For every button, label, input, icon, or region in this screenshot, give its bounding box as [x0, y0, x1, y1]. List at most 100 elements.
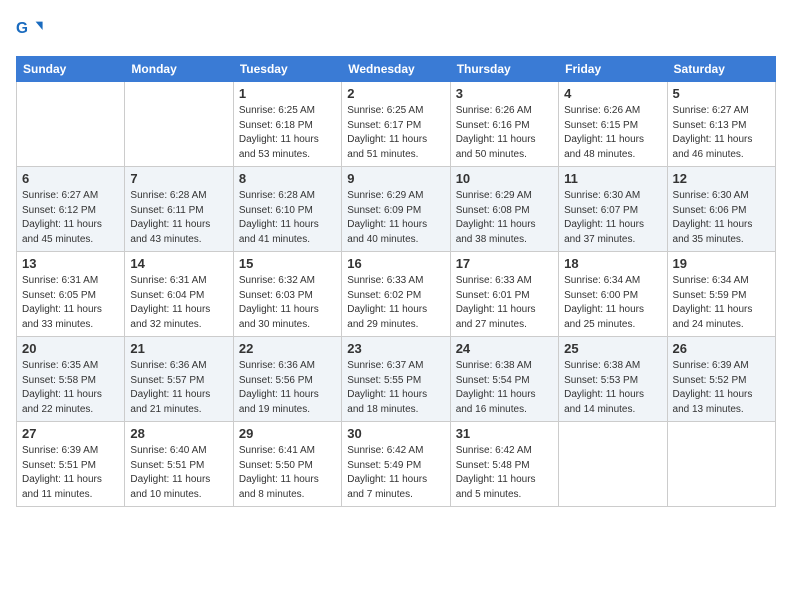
day-number: 27	[22, 426, 119, 441]
day-info: Sunrise: 6:26 AMSunset: 6:16 PMDaylight:…	[456, 104, 553, 162]
day-number: 3	[456, 86, 553, 101]
day-info: Sunrise: 6:29 AMSunset: 6:08 PMDaylight:…	[456, 189, 553, 247]
day-info: Sunrise: 6:40 AMSunset: 5:51 PMDaylight:…	[130, 444, 227, 502]
day-number: 2	[347, 86, 444, 101]
calendar-cell: 2Sunrise: 6:25 AMSunset: 6:17 PMDaylight…	[342, 82, 450, 167]
calendar-week-3: 13Sunrise: 6:31 AMSunset: 6:05 PMDayligh…	[17, 252, 776, 337]
calendar-cell: 10 Sunrise: 6:29 AMSunset: 6:08 PMDayligh…	[450, 167, 558, 252]
day-info: Sunrise: 6:41 AMSunset: 5:50 PMDaylight:…	[239, 444, 336, 502]
calendar-week-5: 27 Sunrise: 6:39 AMSunset: 5:51 PMDayligh…	[17, 422, 776, 507]
weekday-row: SundayMondayTuesdayWednesdayThursdayFrid…	[17, 57, 776, 82]
calendar-cell	[17, 82, 125, 167]
day-info: Sunrise: 6:28 AMSunset: 6:11 PMDaylight:…	[130, 189, 227, 247]
calendar-cell: 11Sunrise: 6:30 AMSunset: 6:07 PMDayligh…	[559, 167, 667, 252]
calendar-cell: 19 Sunrise: 6:34 AMSunset: 5:59 PMDayligh…	[667, 252, 775, 337]
calendar-cell: 3 Sunrise: 6:26 AMSunset: 6:16 PMDaylight…	[450, 82, 558, 167]
day-info: Sunrise: 6:37 AMSunset: 5:55 PMDaylight:…	[347, 359, 444, 417]
day-info: Sunrise: 6:36 AMSunset: 5:57 PMDaylight:…	[130, 359, 227, 417]
day-number: 1	[239, 86, 336, 101]
day-number: 12	[673, 171, 770, 186]
day-number: 26	[673, 341, 770, 356]
day-number: 18	[564, 256, 661, 271]
day-info: Sunrise: 6:27 AMSunset: 6:12 PMDaylight:…	[22, 189, 119, 247]
day-info: Sunrise: 6:29 AMSunset: 6:09 PMDaylight:…	[347, 189, 444, 247]
weekday-header-friday: Friday	[559, 57, 667, 82]
day-number: 28	[130, 426, 227, 441]
calendar-cell: 30 Sunrise: 6:42 AMSunset: 5:49 PMDayligh…	[342, 422, 450, 507]
day-info: Sunrise: 6:28 AMSunset: 6:10 PMDaylight:…	[239, 189, 336, 247]
day-info: Sunrise: 6:32 AMSunset: 6:03 PMDaylight:…	[239, 274, 336, 332]
calendar-cell: 12 Sunrise: 6:30 AMSunset: 6:06 PMDayligh…	[667, 167, 775, 252]
day-info: Sunrise: 6:30 AMSunset: 6:06 PMDaylight:…	[673, 189, 770, 247]
calendar-cell: 20 Sunrise: 6:35 AMSunset: 5:58 PMDayligh…	[17, 337, 125, 422]
calendar-cell	[125, 82, 233, 167]
day-info: Sunrise: 6:39 AMSunset: 5:51 PMDaylight:…	[22, 444, 119, 502]
day-info: Sunrise: 6:33 AMSunset: 6:01 PMDaylight:…	[456, 274, 553, 332]
calendar-cell: 6 Sunrise: 6:27 AMSunset: 6:12 PMDaylight…	[17, 167, 125, 252]
calendar-cell: 18 Sunrise: 6:34 AMSunset: 6:00 PMDayligh…	[559, 252, 667, 337]
logo: G	[16, 16, 48, 44]
day-number: 31	[456, 426, 553, 441]
day-info: Sunrise: 6:38 AMSunset: 5:54 PMDaylight:…	[456, 359, 553, 417]
calendar-table: SundayMondayTuesdayWednesdayThursdayFrid…	[16, 56, 776, 507]
calendar-cell: 13Sunrise: 6:31 AMSunset: 6:05 PMDayligh…	[17, 252, 125, 337]
day-number: 30	[347, 426, 444, 441]
day-number: 16	[347, 256, 444, 271]
calendar-cell	[667, 422, 775, 507]
day-info: Sunrise: 6:42 AMSunset: 5:49 PMDaylight:…	[347, 444, 444, 502]
calendar-cell: 21 Sunrise: 6:36 AMSunset: 5:57 PMDayligh…	[125, 337, 233, 422]
day-number: 8	[239, 171, 336, 186]
calendar-cell: 4 Sunrise: 6:26 AMSunset: 6:15 PMDaylight…	[559, 82, 667, 167]
calendar-cell: 15 Sunrise: 6:32 AMSunset: 6:03 PMDayligh…	[233, 252, 341, 337]
svg-text:G: G	[16, 20, 28, 37]
weekday-header-saturday: Saturday	[667, 57, 775, 82]
day-info: Sunrise: 6:30 AMSunset: 6:07 PMDaylight:…	[564, 189, 661, 247]
calendar-cell: 22 Sunrise: 6:36 AMSunset: 5:56 PMDayligh…	[233, 337, 341, 422]
day-number: 10	[456, 171, 553, 186]
day-number: 4	[564, 86, 661, 101]
calendar-cell: 29 Sunrise: 6:41 AMSunset: 5:50 PMDayligh…	[233, 422, 341, 507]
calendar-cell: 31 Sunrise: 6:42 AMSunset: 5:48 PMDayligh…	[450, 422, 558, 507]
day-number: 29	[239, 426, 336, 441]
calendar-cell: 28 Sunrise: 6:40 AMSunset: 5:51 PMDayligh…	[125, 422, 233, 507]
day-info: Sunrise: 6:42 AMSunset: 5:48 PMDaylight:…	[456, 444, 553, 502]
calendar-cell: 16Sunrise: 6:33 AMSunset: 6:02 PMDayligh…	[342, 252, 450, 337]
day-number: 20	[22, 341, 119, 356]
calendar-cell: 24 Sunrise: 6:38 AMSunset: 5:54 PMDayligh…	[450, 337, 558, 422]
calendar-cell: 5 Sunrise: 6:27 AMSunset: 6:13 PMDaylight…	[667, 82, 775, 167]
day-number: 21	[130, 341, 227, 356]
calendar-week-1: 1 Sunrise: 6:25 AMSunset: 6:18 PMDaylight…	[17, 82, 776, 167]
calendar-week-2: 6 Sunrise: 6:27 AMSunset: 6:12 PMDaylight…	[17, 167, 776, 252]
day-info: Sunrise: 6:31 AMSunset: 6:04 PMDaylight:…	[130, 274, 227, 332]
day-info: Sunrise: 6:35 AMSunset: 5:58 PMDaylight:…	[22, 359, 119, 417]
calendar-cell	[559, 422, 667, 507]
day-info: Sunrise: 6:26 AMSunset: 6:15 PMDaylight:…	[564, 104, 661, 162]
day-number: 14	[130, 256, 227, 271]
day-number: 22	[239, 341, 336, 356]
calendar-cell: 25 Sunrise: 6:38 AMSunset: 5:53 PMDayligh…	[559, 337, 667, 422]
calendar-cell: 8 Sunrise: 6:28 AMSunset: 6:10 PMDaylight…	[233, 167, 341, 252]
day-number: 15	[239, 256, 336, 271]
day-info: Sunrise: 6:25 AMSunset: 6:18 PMDaylight:…	[239, 104, 336, 162]
weekday-header-wednesday: Wednesday	[342, 57, 450, 82]
day-info: Sunrise: 6:34 AMSunset: 6:00 PMDaylight:…	[564, 274, 661, 332]
calendar-cell: 1 Sunrise: 6:25 AMSunset: 6:18 PMDaylight…	[233, 82, 341, 167]
calendar-body: 1 Sunrise: 6:25 AMSunset: 6:18 PMDaylight…	[17, 82, 776, 507]
day-info: Sunrise: 6:27 AMSunset: 6:13 PMDaylight:…	[673, 104, 770, 162]
day-number: 5	[673, 86, 770, 101]
calendar-cell: 26Sunrise: 6:39 AMSunset: 5:52 PMDayligh…	[667, 337, 775, 422]
day-number: 24	[456, 341, 553, 356]
day-info: Sunrise: 6:34 AMSunset: 5:59 PMDaylight:…	[673, 274, 770, 332]
day-info: Sunrise: 6:38 AMSunset: 5:53 PMDaylight:…	[564, 359, 661, 417]
day-number: 17	[456, 256, 553, 271]
calendar-cell: 14 Sunrise: 6:31 AMSunset: 6:04 PMDayligh…	[125, 252, 233, 337]
calendar-cell: 9Sunrise: 6:29 AMSunset: 6:09 PMDaylight…	[342, 167, 450, 252]
day-info: Sunrise: 6:36 AMSunset: 5:56 PMDaylight:…	[239, 359, 336, 417]
weekday-header-monday: Monday	[125, 57, 233, 82]
day-number: 6	[22, 171, 119, 186]
day-number: 25	[564, 341, 661, 356]
calendar-header: SundayMondayTuesdayWednesdayThursdayFrid…	[17, 57, 776, 82]
calendar-cell: 23Sunrise: 6:37 AMSunset: 5:55 PMDayligh…	[342, 337, 450, 422]
weekday-header-tuesday: Tuesday	[233, 57, 341, 82]
day-number: 19	[673, 256, 770, 271]
